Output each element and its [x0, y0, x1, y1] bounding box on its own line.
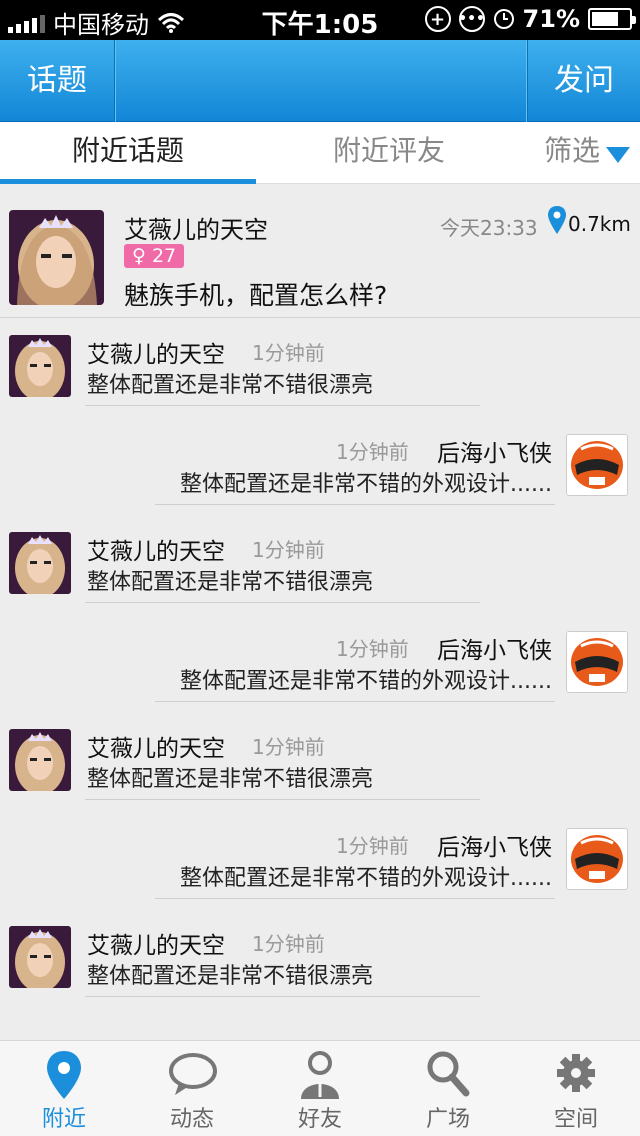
message-text: 整体配置还是非常不错很漂亮 — [87, 570, 374, 595]
bottom-tab-bar: 附近 动态 好友 广场 空间 — [0, 1040, 640, 1136]
avatar[interactable] — [566, 433, 628, 496]
location-pin-icon — [548, 206, 566, 234]
filter-label: 筛选 — [544, 134, 601, 167]
divider — [85, 405, 480, 406]
female-icon: ♀ — [132, 245, 146, 267]
clock-icon — [493, 9, 514, 29]
tabbar-label: 附近 — [41, 1107, 86, 1132]
location-pin-icon — [47, 1051, 81, 1099]
message-author[interactable]: 艾薇儿的天空 — [87, 335, 225, 369]
topic-time: 今天23:33 — [440, 216, 538, 240]
message-text: 整体配置还是非常不错很漂亮 — [87, 964, 374, 989]
tabbar-label: 好友 — [297, 1107, 342, 1132]
message-time: 1分钟前 — [336, 833, 409, 858]
tabbar-item-friends[interactable]: 好友 — [256, 1041, 384, 1136]
message-text: 整体配置还是非常不错很漂亮 — [87, 373, 374, 398]
divider — [85, 996, 480, 997]
age-label: 27 — [151, 245, 177, 267]
tabbar-label: 广场 — [425, 1107, 470, 1132]
avatar[interactable] — [9, 210, 104, 305]
gender-age-badge: ♀ 27 — [124, 244, 185, 268]
message-time: 1分钟前 — [252, 735, 325, 759]
message-author[interactable]: 后海小飞侠 — [437, 828, 552, 862]
tab-nearby-topics[interactable]: 附近话题 — [0, 122, 256, 184]
chat-icon: ••• — [458, 6, 485, 32]
avatar[interactable] — [9, 335, 71, 397]
topic-distance: 0.7km — [568, 212, 631, 236]
avatar[interactable] — [566, 827, 628, 890]
tabbar-label: 空间 — [553, 1107, 598, 1132]
message-row[interactable]: 艾薇儿的天空 1分钟前整体配置还是非常不错很漂亮 — [0, 926, 640, 1024]
message-row[interactable]: 艾薇儿的天空 1分钟前整体配置还是非常不错很漂亮 — [0, 335, 640, 433]
divider — [85, 799, 480, 800]
active-tab-indicator — [0, 179, 256, 184]
message-author[interactable]: 后海小飞侠 — [437, 631, 552, 665]
avatar[interactable] — [9, 729, 71, 791]
message-author[interactable]: 后海小飞侠 — [437, 434, 552, 468]
gear-icon — [557, 1054, 595, 1092]
message-author[interactable]: 艾薇儿的天空 — [87, 926, 225, 960]
message-time: 1分钟前 — [252, 932, 325, 956]
topic-title: 魅族手机，配置怎么样? — [124, 281, 388, 310]
dropdown-triangle-icon — [606, 147, 630, 163]
message-author[interactable]: 艾薇儿的天空 — [87, 532, 225, 566]
message-time: 1分钟前 — [336, 439, 409, 464]
message-row[interactable]: 后海小飞侠 1分钟前整体配置还是非常不错的外观设计...... — [0, 630, 640, 729]
search-icon — [427, 1051, 470, 1097]
message-row[interactable]: 艾薇儿的天空 1分钟前整体配置还是非常不错很漂亮 — [0, 532, 640, 630]
message-row[interactable]: 后海小飞侠 1分钟前整体配置还是非常不错的外观设计...... — [0, 433, 640, 532]
divider — [155, 897, 555, 899]
topic-button[interactable]: 话题 — [0, 40, 115, 122]
message-row[interactable]: 后海小飞侠 1分钟前整体配置还是非常不错的外观设计...... — [0, 827, 640, 926]
battery-level — [592, 12, 618, 26]
tabbar-item-nearby[interactable]: 附近 — [0, 1041, 128, 1136]
person-icon — [301, 1051, 339, 1099]
tab-nearby-reviewers[interactable]: 附近评友 — [256, 122, 522, 184]
tabbar-item-activity[interactable]: 动态 — [128, 1041, 256, 1136]
tabbar-item-space[interactable]: 空间 — [512, 1041, 640, 1136]
battery-icon — [588, 8, 636, 30]
message-time: 1分钟前 — [252, 538, 325, 562]
status-right: + ••• 71% — [424, 5, 636, 33]
nav-bar: 话题 发问 — [0, 40, 640, 122]
divider — [155, 503, 555, 505]
topic-author[interactable]: 艾薇儿的天空 — [124, 210, 268, 245]
message-text: 整体配置还是非常不错的外观设计...... — [180, 471, 552, 497]
speech-bubble-icon — [169, 1053, 217, 1095]
message-time: 1分钟前 — [336, 636, 409, 661]
tab-filter[interactable]: 筛选 — [522, 122, 640, 184]
divider — [155, 700, 555, 702]
ask-button[interactable]: 发问 — [527, 40, 640, 122]
topic-header[interactable]: 艾薇儿的天空 今天23:33 0.7km ♀ 27 魅族手机，配置怎么样? — [0, 200, 640, 318]
avatar[interactable] — [9, 926, 71, 988]
message-text: 整体配置还是非常不错很漂亮 — [87, 767, 374, 792]
avatar[interactable] — [9, 532, 71, 594]
message-time: 1分钟前 — [252, 341, 325, 365]
message-author[interactable]: 艾薇儿的天空 — [87, 729, 225, 763]
avatar[interactable] — [566, 630, 628, 693]
divider — [85, 602, 480, 603]
message-row[interactable]: 艾薇儿的天空 1分钟前整体配置还是非常不错很漂亮 — [0, 729, 640, 827]
plus-icon: + — [424, 6, 451, 32]
status-bar: 中国移动 下午1:05 + ••• 71% — [0, 0, 640, 40]
tabbar-label: 动态 — [169, 1107, 214, 1132]
battery-percent: 71% — [522, 5, 580, 33]
segment-tabs: 附近话题 附近评友 筛选 — [0, 122, 640, 184]
tabbar-item-square[interactable]: 广场 — [384, 1041, 512, 1136]
message-text: 整体配置还是非常不错的外观设计...... — [180, 668, 552, 694]
message-text: 整体配置还是非常不错的外观设计...... — [180, 865, 552, 891]
